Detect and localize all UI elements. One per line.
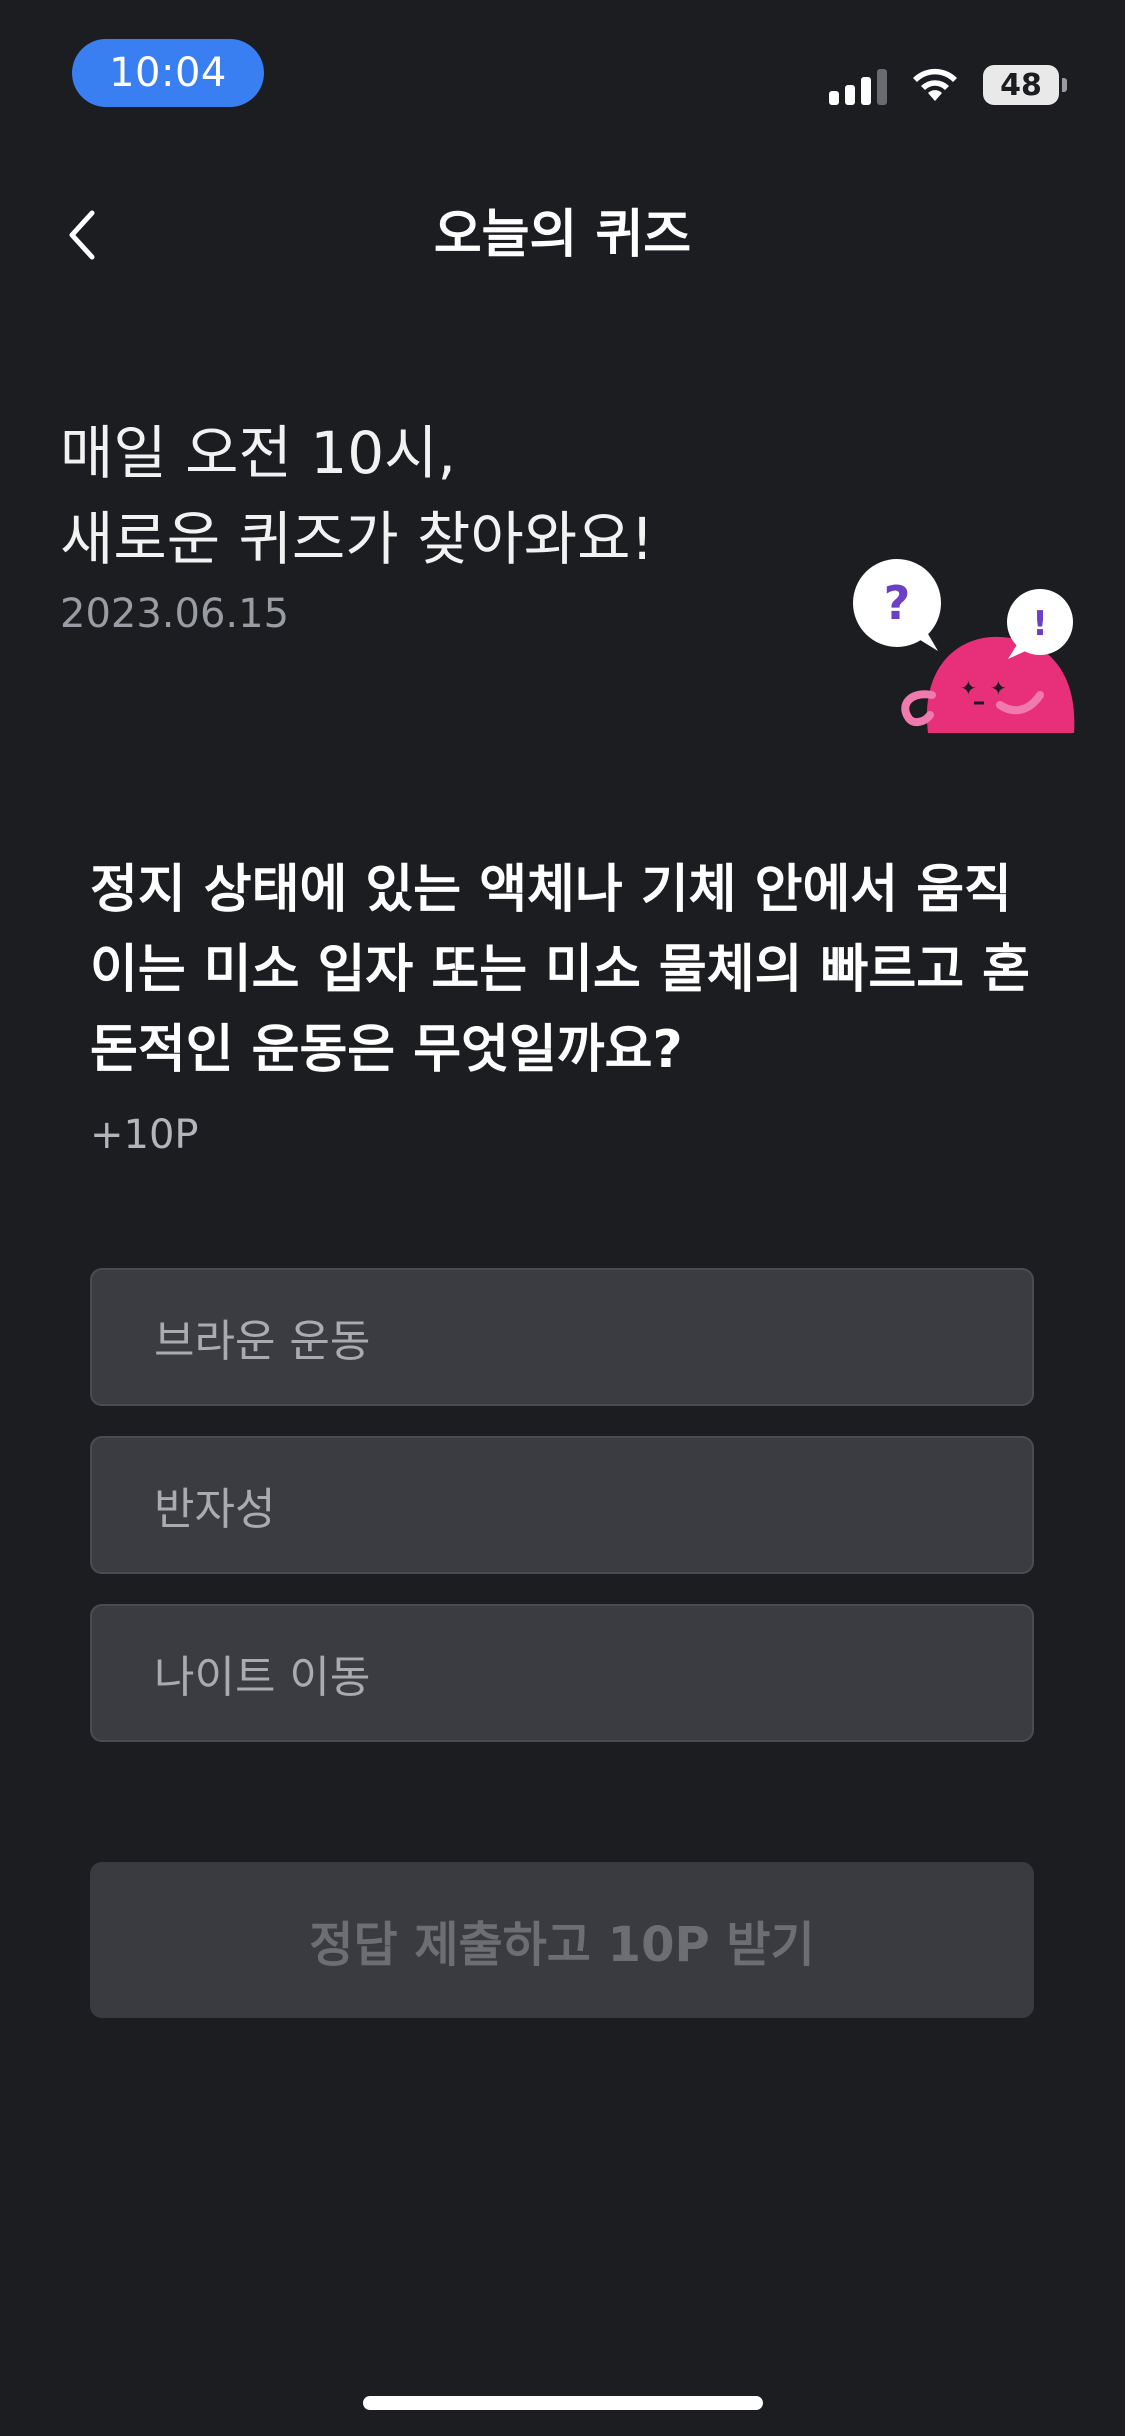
quiz-date: 2023.06.15 xyxy=(60,591,290,637)
page-title: 오늘의 퀴즈 xyxy=(433,205,692,265)
status-indicators: 48 xyxy=(829,60,1067,110)
svg-text:✦: ✦ xyxy=(960,676,977,700)
answer-option-1[interactable]: 브라운 운동 xyxy=(90,1268,1034,1406)
mascot-exclaim-mark: ! xyxy=(1032,604,1048,644)
svg-text:✦: ✦ xyxy=(990,676,1007,700)
battery-level: 48 xyxy=(983,65,1059,105)
intro-line-2: 새로운 퀴즈가 찾아와요! xyxy=(60,505,654,573)
home-indicator[interactable] xyxy=(363,2396,763,2410)
chevron-left-icon xyxy=(69,210,95,260)
answer-option-2[interactable]: 반자성 xyxy=(90,1436,1034,1574)
quiz-screen: 10:04 48 오늘의 퀴즈 매일 오전 10시, 새로운 퀴즈가 찾아와요!… xyxy=(0,0,1125,2436)
wifi-icon xyxy=(913,68,957,101)
intro-line-1: 매일 오전 10시, xyxy=(60,419,456,487)
submit-answer-button[interactable]: 정답 제출하고 10P 받기 xyxy=(90,1862,1034,2018)
mascot-question-mark: ? xyxy=(884,576,911,630)
quiz-intro: 매일 오전 10시, 새로운 퀴즈가 찾아와요! 2023.06.15 xyxy=(60,410,820,642)
back-button[interactable] xyxy=(52,200,112,270)
quiz-question: 정지 상태에 있는 액체나 기체 안에서 움직이는 미소 입자 또는 미소 물체… xyxy=(90,860,1031,1080)
cellular-signal-icon xyxy=(829,65,887,105)
submit-answer-label: 정답 제출하고 10P 받기 xyxy=(309,1917,815,1973)
quiz-points: +10P xyxy=(90,1112,199,1158)
status-time: 10:04 xyxy=(72,39,264,107)
answer-option-label: 브라운 운동 xyxy=(154,1316,371,1367)
answer-option-3[interactable]: 나이트 이동 xyxy=(90,1604,1034,1742)
battery-icon: 48 xyxy=(983,65,1067,105)
answer-option-label: 나이트 이동 xyxy=(154,1652,371,1703)
answer-option-label: 반자성 xyxy=(154,1484,276,1535)
mascot-illustration: ? ✦ ✦ ! xyxy=(853,559,1075,733)
